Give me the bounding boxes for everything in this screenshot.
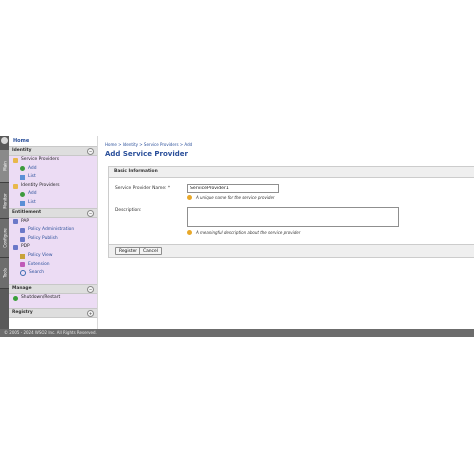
app-window: Main Monitor Configure Tools Home Identi…	[0, 136, 474, 337]
service-provider-name-label: Service Provider Name: *	[115, 186, 171, 191]
left-navigation: Home Identity − Service Providers Add Li…	[9, 136, 98, 329]
tab-main[interactable]: Main	[0, 150, 9, 183]
side-tab-strip: Main Monitor Configure Tools	[0, 136, 9, 329]
extension-icon	[20, 262, 25, 268]
tab-configure[interactable]: Configure	[0, 219, 9, 258]
service-provider-name-input[interactable]	[187, 184, 279, 193]
info-icon	[187, 230, 192, 235]
name-hint: A unique name for the service provider	[187, 195, 275, 200]
folder-icon	[13, 183, 18, 189]
nav-item-policy-view[interactable]: Policy View	[9, 252, 97, 261]
collapse-icon[interactable]: −	[87, 148, 94, 155]
nav-item-search[interactable]: Search	[9, 269, 97, 278]
main-content: Home > Identity > Service Providers > Ad…	[100, 136, 474, 329]
policy-icon	[13, 219, 18, 225]
description-textarea[interactable]	[187, 207, 399, 227]
form-button-bar: Register Cancel	[108, 244, 474, 258]
register-button[interactable]: Register	[115, 247, 142, 255]
nav-section-entitlement[interactable]: Entitlement −	[9, 207, 97, 218]
info-icon	[187, 195, 192, 200]
power-icon	[13, 295, 18, 301]
list-icon	[20, 174, 25, 180]
policy-icon	[20, 236, 25, 242]
tab-tools[interactable]: Tools	[0, 258, 9, 289]
nav-item-identity-providers: Identity Providers	[9, 182, 97, 191]
form-section-header: Basic Information	[109, 167, 474, 178]
nav-item-sp-list[interactable]: List	[9, 173, 97, 182]
collapse-icon[interactable]: −	[87, 285, 94, 293]
breadcrumb[interactable]: Home > Identity > Service Providers > Ad…	[105, 142, 192, 147]
tab-monitor[interactable]: Monitor	[0, 183, 9, 219]
nav-home-link[interactable]: Home	[9, 136, 97, 146]
nav-item-service-providers: Service Providers	[9, 156, 97, 165]
list-icon	[20, 200, 25, 206]
nav-item-policy-administration[interactable]: Policy Administration	[9, 226, 97, 235]
manage-menu: Shutdown/Restart	[9, 293, 97, 309]
nav-item-sp-add[interactable]: Add	[9, 165, 97, 174]
view-icon	[20, 253, 25, 259]
policy-icon	[13, 245, 18, 251]
description-label: Description:	[115, 208, 142, 213]
menu-toggle-icon[interactable]	[1, 137, 8, 144]
nav-item-shutdown-restart[interactable]: Shutdown/Restart	[9, 294, 97, 303]
footer-copyright: © 2005 - 2024 WSO2 Inc. All Rights Reser…	[0, 329, 474, 337]
cancel-button[interactable]: Cancel	[139, 247, 162, 255]
search-icon	[20, 270, 26, 277]
add-icon	[20, 166, 25, 172]
nav-section-manage[interactable]: Manage −	[9, 283, 97, 294]
nav-item-extension[interactable]: Extension	[9, 261, 97, 270]
identity-menu: Service Providers Add List Identity Prov…	[9, 156, 97, 208]
collapse-icon[interactable]: −	[87, 209, 94, 217]
nav-section-identity[interactable]: Identity −	[9, 146, 97, 156]
add-icon	[20, 192, 25, 198]
policy-icon	[20, 227, 25, 233]
page-title: Add Service Provider	[105, 150, 188, 158]
nav-section-registry[interactable]: Registry +	[9, 308, 97, 319]
folder-icon	[13, 157, 18, 163]
expand-icon[interactable]: +	[87, 310, 94, 318]
entitlement-menu: PAP Policy Administration Policy Publish…	[9, 217, 97, 284]
description-hint: A meaningful description about the servi…	[187, 230, 300, 235]
nav-item-policy-publish[interactable]: Policy Publish	[9, 235, 97, 244]
nav-item-pdp: PDP	[9, 243, 97, 252]
nav-item-pap: PAP	[9, 218, 97, 227]
nav-item-idp-list[interactable]: List	[9, 199, 97, 208]
nav-item-idp-add[interactable]: Add	[9, 190, 97, 199]
